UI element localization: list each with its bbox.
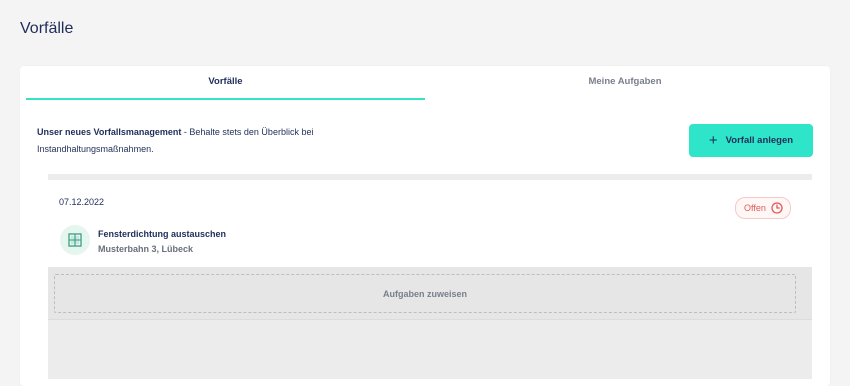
page-title: Vorfälle (20, 20, 74, 37)
clock-icon (771, 202, 783, 214)
window-icon (60, 225, 90, 255)
status-badge[interactable]: Offen (735, 197, 791, 219)
incident-date: 07.12.2022 (59, 197, 105, 207)
tab-meine-aufgaben[interactable]: Meine Aufgaben (425, 66, 825, 98)
intro-text: Unser neues Vorfallsmanagement - Behalte… (37, 124, 377, 158)
create-incident-button[interactable]: + Vorfall anlegen (689, 124, 813, 157)
create-incident-label: Vorfall anlegen (725, 135, 794, 146)
incident-list: 07.12.2022 Offen Fensterdichtung austaus… (48, 174, 812, 379)
status-label: Offen (744, 203, 766, 213)
plus-icon: + (708, 132, 718, 149)
assign-section: Aufgaben zuweisen (48, 267, 812, 320)
incident-title: Fensterdichtung austauschen (98, 229, 227, 239)
assign-tasks-button[interactable]: Aufgaben zuweisen (54, 274, 796, 313)
incidents-card: Vorfälle Meine Aufgaben Unser neues Vorf… (20, 66, 830, 386)
tab-vorfaelle[interactable]: Vorfälle (26, 66, 425, 100)
incident-address: Musterbahn 3, Lübeck (98, 244, 194, 254)
tab-bar: Vorfälle Meine Aufgaben (20, 66, 830, 100)
intro-bold: Unser neues Vorfallsmanagement (37, 127, 182, 137)
incident-card[interactable]: 07.12.2022 Offen Fensterdichtung austaus… (48, 180, 812, 267)
